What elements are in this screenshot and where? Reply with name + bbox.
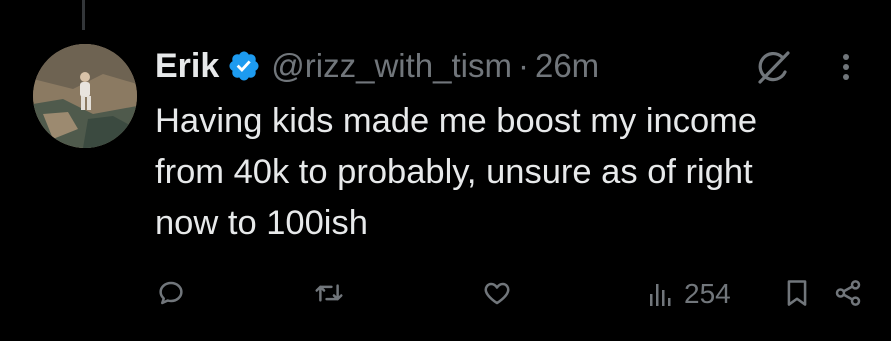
more-options-icon[interactable] [836,50,856,84]
views-count: 254 [684,278,731,309]
share-button[interactable] [833,278,863,308]
verified-badge-icon [227,49,261,83]
tweet[interactable]: Erik @rizz_with_tism · 26m Having kids m… [0,0,891,341]
share-icon [833,278,863,308]
display-name[interactable]: Erik [155,47,219,86]
tweet-text: Having kids made me boost my income from… [155,96,875,249]
tweet-text-line: from 40k to probably, unsure as of right [155,153,753,191]
like-button[interactable] [482,278,512,308]
bookmark-icon [784,278,810,308]
timestamp[interactable]: 26m [535,47,599,85]
action-bar: 254 [0,270,891,314]
tweet-text-line: now to 100ish [155,204,368,242]
reply-button[interactable] [156,278,186,308]
views-button[interactable]: 254 [648,278,731,310]
grok-icon[interactable] [752,48,792,88]
reply-icon [156,278,186,308]
tweet-header: Erik @rizz_with_tism · 26m [155,44,599,88]
heart-icon [482,278,512,308]
avatar[interactable] [33,44,137,148]
user-handle[interactable]: @rizz_with_tism [271,47,512,85]
retweet-icon [313,278,345,308]
tweet-text-line: Having kids made me boost my income [155,102,758,140]
retweet-button[interactable] [313,278,345,308]
bookmark-button[interactable] [784,278,810,308]
views-icon [648,280,674,308]
separator-dot: · [517,47,529,84]
